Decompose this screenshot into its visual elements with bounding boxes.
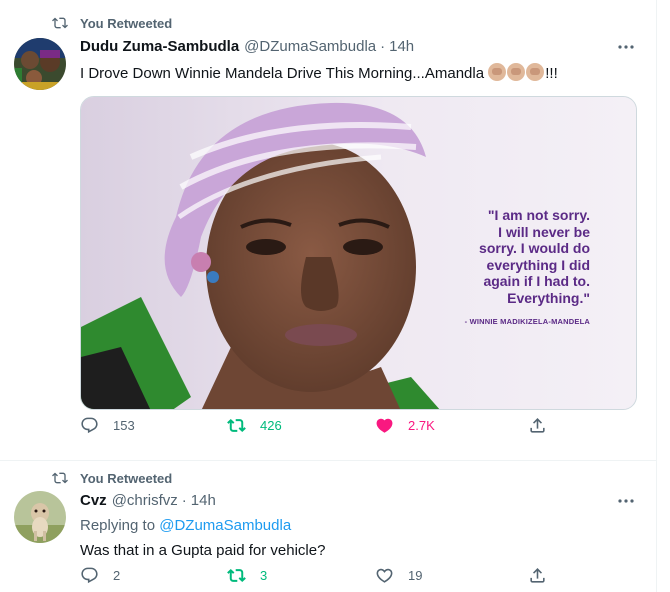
- quote-line: sorry. I would do: [479, 240, 590, 256]
- like-count: 2.7K: [408, 417, 435, 433]
- tweet-header: Dudu Zuma-Sambudla @DZumaSambudla · 14h: [80, 38, 414, 55]
- social-context: You Retweeted: [52, 469, 172, 487]
- tweet[interactable]: You Retweeted Cvz @chrisfvz · 14h Replyi…: [0, 461, 657, 592]
- tweet-text: Was that in a Gupta paid for vehicle?: [80, 541, 325, 561]
- reply-button[interactable]: 2: [80, 566, 120, 585]
- retweet-count: 3: [260, 567, 268, 583]
- social-context: You Retweeted: [52, 14, 172, 32]
- author-name[interactable]: Dudu Zuma-Sambudla: [80, 38, 239, 55]
- tweet-text: I Drove Down Winnie Mandela Drive This M…: [80, 63, 558, 84]
- quote-line: Everything.": [507, 289, 590, 306]
- quote-line: again if I had to.: [483, 273, 590, 289]
- heart-icon: [376, 418, 393, 433]
- author-handle[interactable]: @DZumaSambudla: [244, 38, 376, 55]
- reply-button[interactable]: 153: [80, 416, 135, 435]
- reply-count: 2: [113, 567, 121, 583]
- social-context-label: You Retweeted: [80, 15, 173, 31]
- heart-outline-icon: [376, 568, 393, 583]
- more-dots-icon: [618, 45, 634, 49]
- share-button[interactable]: [528, 416, 561, 435]
- reply-count: 153: [113, 417, 135, 433]
- avatar[interactable]: [14, 491, 66, 543]
- more-button[interactable]: [617, 38, 635, 56]
- share-icon: [530, 417, 545, 433]
- replying-to-label: Replying to: [80, 517, 160, 534]
- reply-icon: [81, 567, 98, 583]
- tweet-media-image[interactable]: "I am not sorry. I will never be sorry. …: [80, 96, 637, 410]
- like-button[interactable]: 2.7K: [375, 416, 435, 435]
- more-dots-icon: [618, 499, 634, 503]
- retweet-icon: [227, 568, 246, 582]
- tweet-text-body: Was that in a Gupta paid for vehicle?: [80, 542, 326, 559]
- retweet-button[interactable]: 426: [227, 416, 282, 435]
- timeline: You Retweeted Dudu Zuma-Sambudla @DZumaS…: [0, 0, 657, 592]
- tweet-header: Cvz @chrisfvz · 14h: [80, 492, 216, 509]
- retweet-button[interactable]: 3: [227, 566, 267, 585]
- like-count: 19: [408, 567, 423, 583]
- timestamp[interactable]: 14h: [191, 492, 216, 509]
- tweet-text-body: I Drove Down Winnie Mandela Drive This M…: [80, 65, 489, 82]
- more-button[interactable]: [617, 492, 635, 510]
- quote-line: everything I did: [486, 256, 590, 273]
- replying-to-link[interactable]: @DZumaSambudla: [159, 517, 291, 534]
- raised-fist-emoji-icon: [526, 63, 545, 81]
- separator: ·: [380, 38, 386, 55]
- retweet-icon: [52, 17, 68, 29]
- author-name[interactable]: Cvz: [80, 492, 107, 509]
- avatar-image: [14, 38, 66, 90]
- retweet-icon: [52, 472, 68, 484]
- replying-to: Replying to @DZumaSambudla: [80, 517, 291, 534]
- like-button[interactable]: 19: [375, 566, 422, 585]
- social-context-label: You Retweeted: [80, 470, 173, 486]
- share-icon: [530, 567, 545, 583]
- tweet-text-suffix: !!!: [545, 65, 558, 82]
- quote-line: I will never be: [498, 223, 590, 240]
- retweet-icon: [227, 418, 246, 432]
- share-button[interactable]: [528, 566, 561, 585]
- timestamp[interactable]: 14h: [389, 38, 414, 55]
- retweet-count: 426: [260, 417, 282, 433]
- quote-text: "I am not sorry. I will never be sorry. …: [420, 207, 590, 306]
- tweet[interactable]: You Retweeted Dudu Zuma-Sambudla @DZumaS…: [0, 0, 657, 461]
- reply-icon: [81, 417, 98, 433]
- right-gutter: [657, 0, 670, 592]
- separator: ·: [181, 492, 187, 509]
- quote-line: "I am not sorry.: [487, 207, 590, 223]
- raised-fist-emoji-icon: [507, 63, 526, 81]
- avatar[interactable]: [14, 38, 66, 90]
- avatar-image: [14, 491, 66, 543]
- raised-fist-emoji-icon: [488, 63, 507, 81]
- quote-author: - WINNIE MADIKIZELA-MANDELA: [464, 317, 590, 326]
- author-handle[interactable]: @chrisfvz: [112, 492, 178, 509]
